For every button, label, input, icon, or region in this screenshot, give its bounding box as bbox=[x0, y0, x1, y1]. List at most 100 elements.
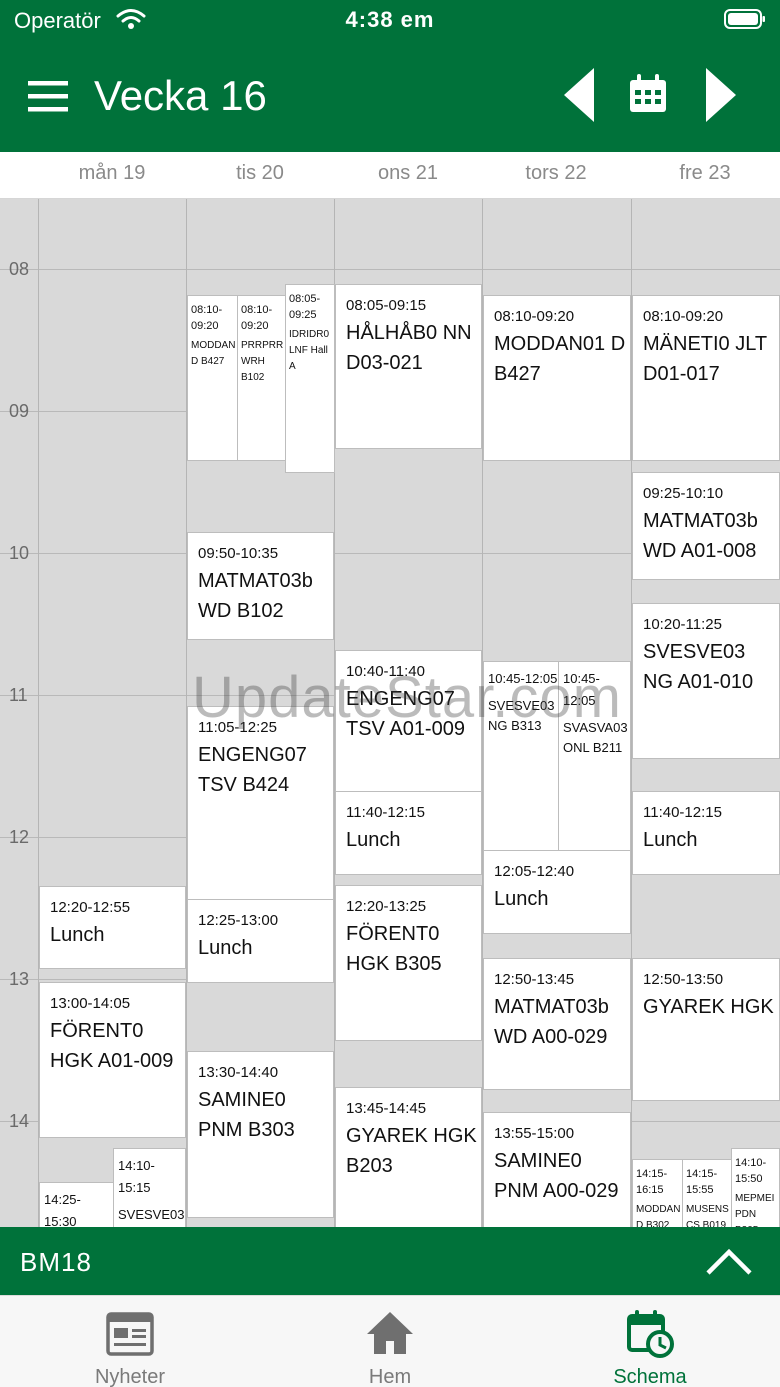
tab-label: Hem bbox=[368, 1366, 412, 1387]
lesson-time: 11:40-12:15 bbox=[643, 804, 722, 821]
lesson-block[interactable]: 08:10-09:20 MÄNETI0 JLT D01-017 bbox=[632, 295, 780, 461]
lesson-time: 13:55-15:00 bbox=[494, 1125, 575, 1142]
lesson-time: 12:25-13:00 bbox=[198, 912, 279, 929]
lesson-subject: MATMAT03b WD B102 bbox=[198, 570, 313, 622]
lesson-time: 10:20-11:25 bbox=[643, 616, 722, 633]
hour-label: 08 bbox=[9, 259, 30, 279]
status-bar: Operatör 4:38 em bbox=[0, 0, 780, 42]
lesson-time: 11:40-12:15 bbox=[346, 804, 425, 821]
day-label-friday: fre 23 bbox=[679, 162, 731, 184]
lesson-subject: MEPMEI PDN B305 bbox=[735, 1193, 775, 1227]
lesson-time: 08:10-09:20 bbox=[643, 308, 724, 325]
lesson-subject: PRRPRR WRH B102 bbox=[241, 340, 284, 383]
lesson-subject: Lunch bbox=[346, 829, 401, 851]
lesson-block[interactable]: 12:50-13:45 MATMAT03b WD A00-029 bbox=[483, 958, 631, 1090]
day-label-thursday: tors 22 bbox=[525, 162, 587, 184]
hour-label: 10 bbox=[9, 543, 30, 563]
lesson-subject: SAMINE0 PNM A00-029 bbox=[494, 1150, 619, 1202]
lesson-subject: MÄNETI0 JLT D01-017 bbox=[643, 333, 767, 385]
status-time: 4:38 em bbox=[345, 7, 435, 32]
lesson-subject: MODDAN D B302 bbox=[636, 1204, 681, 1227]
lesson-block[interactable]: 12:05-12:40 Lunch bbox=[483, 850, 631, 934]
lesson-block[interactable]: 13:55-15:00 SAMINE0 PNM A00-029 bbox=[483, 1112, 631, 1227]
lesson-subject: Lunch bbox=[50, 924, 105, 946]
lesson-subject: SVESVE03 NG B303 bbox=[118, 1207, 185, 1222]
lesson-time: 12:50-13:50 bbox=[643, 971, 724, 988]
tab-schema[interactable]: Schema bbox=[520, 1296, 780, 1387]
lesson-block[interactable]: 14:15-15:55 MUSENS CS B019 bbox=[682, 1159, 732, 1227]
lesson-time: 10:45-12:05 bbox=[563, 671, 600, 708]
lesson-time: 10:40-11:40 bbox=[346, 663, 425, 680]
day-header: mån 19 tis 20 ons 21 tors 22 fre 23 bbox=[0, 152, 780, 199]
calendar-icon[interactable] bbox=[626, 72, 670, 116]
lesson-block[interactable]: 13:45-14:45 GYAREK HGK B203 bbox=[335, 1087, 482, 1227]
nav-bar: Vecka 16 bbox=[0, 42, 780, 152]
lesson-subject: Lunch bbox=[643, 829, 698, 851]
class-bar[interactable]: BM18 bbox=[0, 1227, 780, 1295]
hour-label: 13 bbox=[9, 969, 30, 989]
battery-icon bbox=[724, 9, 765, 29]
lesson-subject: MODDAN D B427 bbox=[191, 340, 236, 367]
lesson-subject: FÖRENT0 HGK B305 bbox=[346, 923, 442, 975]
previous-week-icon[interactable] bbox=[560, 66, 598, 124]
lesson-time: 12:20-13:25 bbox=[346, 898, 427, 915]
menu-icon[interactable] bbox=[24, 76, 72, 116]
lesson-subject: ENGENG07 TSV B424 bbox=[198, 744, 307, 796]
lesson-block[interactable]: 14:25-15:30 bbox=[39, 1182, 114, 1227]
lesson-time: 09:50-10:35 bbox=[198, 545, 279, 562]
lesson-block[interactable]: 13:00-14:05 FÖRENT0 HGK A01-009 bbox=[39, 982, 186, 1138]
lesson-block[interactable]: 08:05-09:25 IDRIDR0 LNF Hall A bbox=[285, 284, 335, 473]
day-label-tuesday: tis 20 bbox=[236, 162, 284, 184]
home-icon bbox=[367, 1312, 413, 1354]
lesson-block[interactable]: 10:45-12:05 SVASVA03 ONL B211 bbox=[558, 661, 631, 851]
lesson-time: 08:10-09:20 bbox=[494, 308, 575, 325]
lesson-block[interactable]: 12:20-13:25 FÖRENT0 HGK B305 bbox=[335, 885, 482, 1041]
lesson-block[interactable]: 08:10-09:20 MODDAN01 D B427 bbox=[483, 295, 631, 461]
tab-label: Schema bbox=[613, 1366, 687, 1387]
lesson-time: 08:10-09:20 bbox=[241, 304, 273, 332]
day-label-monday: mån 19 bbox=[78, 162, 146, 184]
class-name: BM18 bbox=[20, 1247, 92, 1277]
tab-hem[interactable]: Hem bbox=[260, 1296, 520, 1387]
lesson-time: 08:10-09:20 bbox=[191, 304, 223, 332]
lesson-block[interactable]: 12:25-13:00 Lunch bbox=[187, 899, 334, 983]
lesson-block[interactable]: 14:15-16:15 MODDAN D B302 bbox=[632, 1159, 683, 1227]
tab-label: Nyheter bbox=[94, 1366, 166, 1387]
hour-label: 12 bbox=[9, 827, 30, 847]
lesson-block[interactable]: 11:05-12:25 ENGENG07 TSV B424 bbox=[187, 706, 334, 900]
lesson-block[interactable]: 12:20-12:55 Lunch bbox=[39, 886, 186, 969]
lesson-block[interactable]: 11:40-12:15 Lunch bbox=[335, 791, 482, 875]
lesson-time: 13:00-14:05 bbox=[50, 995, 131, 1012]
lesson-block[interactable]: 08:10-09:20 MODDAN D B427 bbox=[187, 295, 238, 461]
chevron-up-icon[interactable] bbox=[704, 1241, 754, 1281]
lesson-block[interactable]: 10:40-11:40 ENGENG07 TSV A01-009 bbox=[335, 650, 482, 793]
lesson-subject: GYAREK HGK bbox=[643, 996, 774, 1018]
lesson-block[interactable]: 14:10-15:15 SVESVE03 NG B303 bbox=[113, 1148, 186, 1227]
tab-nyheter[interactable]: Nyheter bbox=[0, 1296, 260, 1387]
lesson-block[interactable]: 14:10-15:50 MEPMEI PDN B305 bbox=[731, 1148, 780, 1227]
week-title: Vecka 16 bbox=[94, 72, 267, 119]
lesson-block[interactable]: 12:50-13:50 GYAREK HGK bbox=[632, 958, 780, 1101]
lesson-time: 14:15-15:55 bbox=[686, 1168, 718, 1196]
lesson-time: 14:25-15:30 bbox=[44, 1192, 81, 1227]
lesson-subject: SVASVA03 ONL B211 bbox=[563, 720, 628, 755]
lesson-block[interactable]: 11:40-12:15 Lunch bbox=[632, 791, 780, 875]
lesson-block[interactable]: 09:25-10:10 MATMAT03b WD A01-008 bbox=[632, 472, 780, 580]
schedule-grid[interactable]: 08 09 10 11 12 13 14 12:20-12:55 Lunch 1… bbox=[0, 199, 780, 1227]
lesson-subject: SVESVE03 NG B313 bbox=[488, 698, 555, 733]
lesson-block[interactable]: 10:20-11:25 SVESVE03 NG A01-010 bbox=[632, 603, 780, 759]
lesson-subject: SVESVE03 NG A01-010 bbox=[643, 641, 754, 693]
lesson-block[interactable]: 09:50-10:35 MATMAT03b WD B102 bbox=[187, 532, 334, 640]
lesson-block[interactable]: 08:05-09:15 HÅLHÅB0 NN D03-021 bbox=[335, 284, 482, 449]
lesson-block[interactable]: 10:45-12:05 SVESVE03 NG B313 bbox=[483, 661, 560, 851]
lesson-time: 13:45-14:45 bbox=[346, 1100, 427, 1117]
lesson-time: 13:30-14:40 bbox=[198, 1064, 279, 1081]
lesson-subject: IDRIDR0 LNF Hall A bbox=[289, 329, 330, 372]
lesson-time: 08:05-09:15 bbox=[346, 297, 427, 314]
calendar-clock-icon bbox=[627, 1310, 674, 1358]
lesson-block[interactable]: 13:30-14:40 SAMINE0 PNM B303 bbox=[187, 1051, 334, 1218]
lesson-subject: MATMAT03b WD A00-029 bbox=[494, 996, 609, 1048]
next-week-icon[interactable] bbox=[702, 66, 740, 124]
news-icon bbox=[106, 1312, 154, 1356]
lesson-block[interactable]: 08:10-09:20 PRRPRR WRH B102 bbox=[237, 295, 287, 461]
